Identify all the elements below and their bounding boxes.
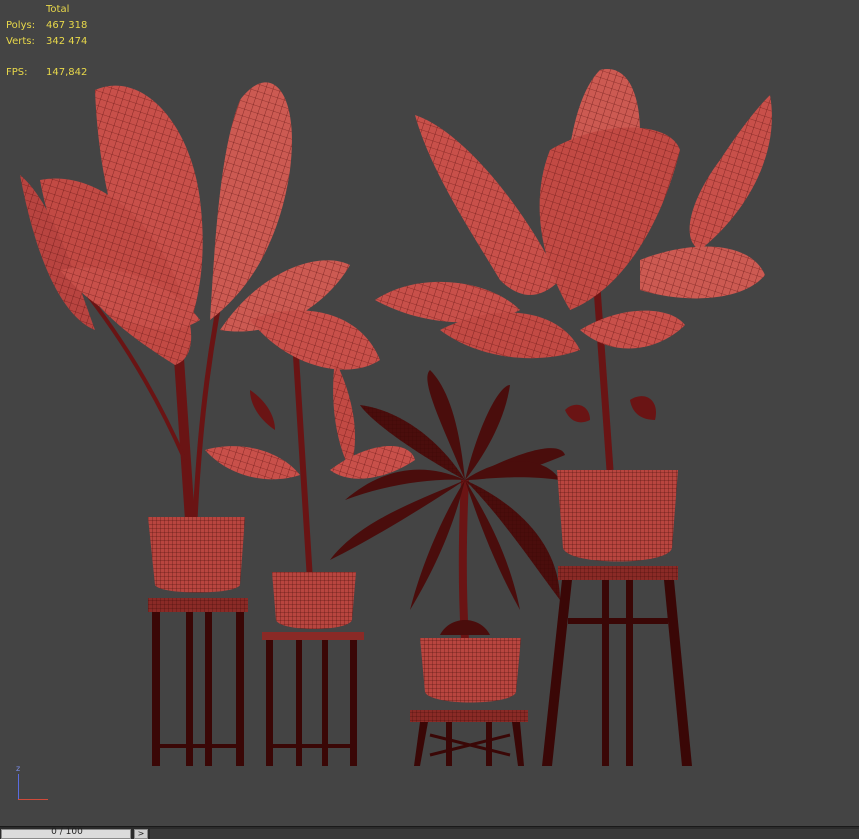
viewport-scene[interactable] <box>0 0 859 826</box>
z-axis-line <box>18 774 19 800</box>
polys-label: Polys: <box>6 20 36 31</box>
viewport[interactable]: Total Polys: 467 318 Verts: 342 474 FPS:… <box>0 0 859 826</box>
pot-stand-3 <box>410 638 528 766</box>
pot-stand-2 <box>262 572 364 766</box>
time-slider-label: 0 / 100 <box>51 827 83 837</box>
polys-value: 467 318 <box>46 20 88 31</box>
pot-stand-1 <box>148 517 248 766</box>
z-axis-label: z <box>16 764 21 773</box>
plant-right-banana <box>375 69 772 471</box>
x-axis-line <box>18 799 48 800</box>
axis-gizmo-icon: z <box>10 764 50 804</box>
verts-value: 342 474 <box>46 36 88 47</box>
pot-stand-4 <box>542 470 692 766</box>
fps-value: 147,842 <box>46 67 88 78</box>
timeline-bar: 0 / 100 > <box>0 826 859 839</box>
stats-header: Total <box>46 4 70 15</box>
fps-label: FPS: <box>6 67 28 78</box>
plant-palm <box>330 370 565 641</box>
verts-label: Verts: <box>6 36 35 47</box>
